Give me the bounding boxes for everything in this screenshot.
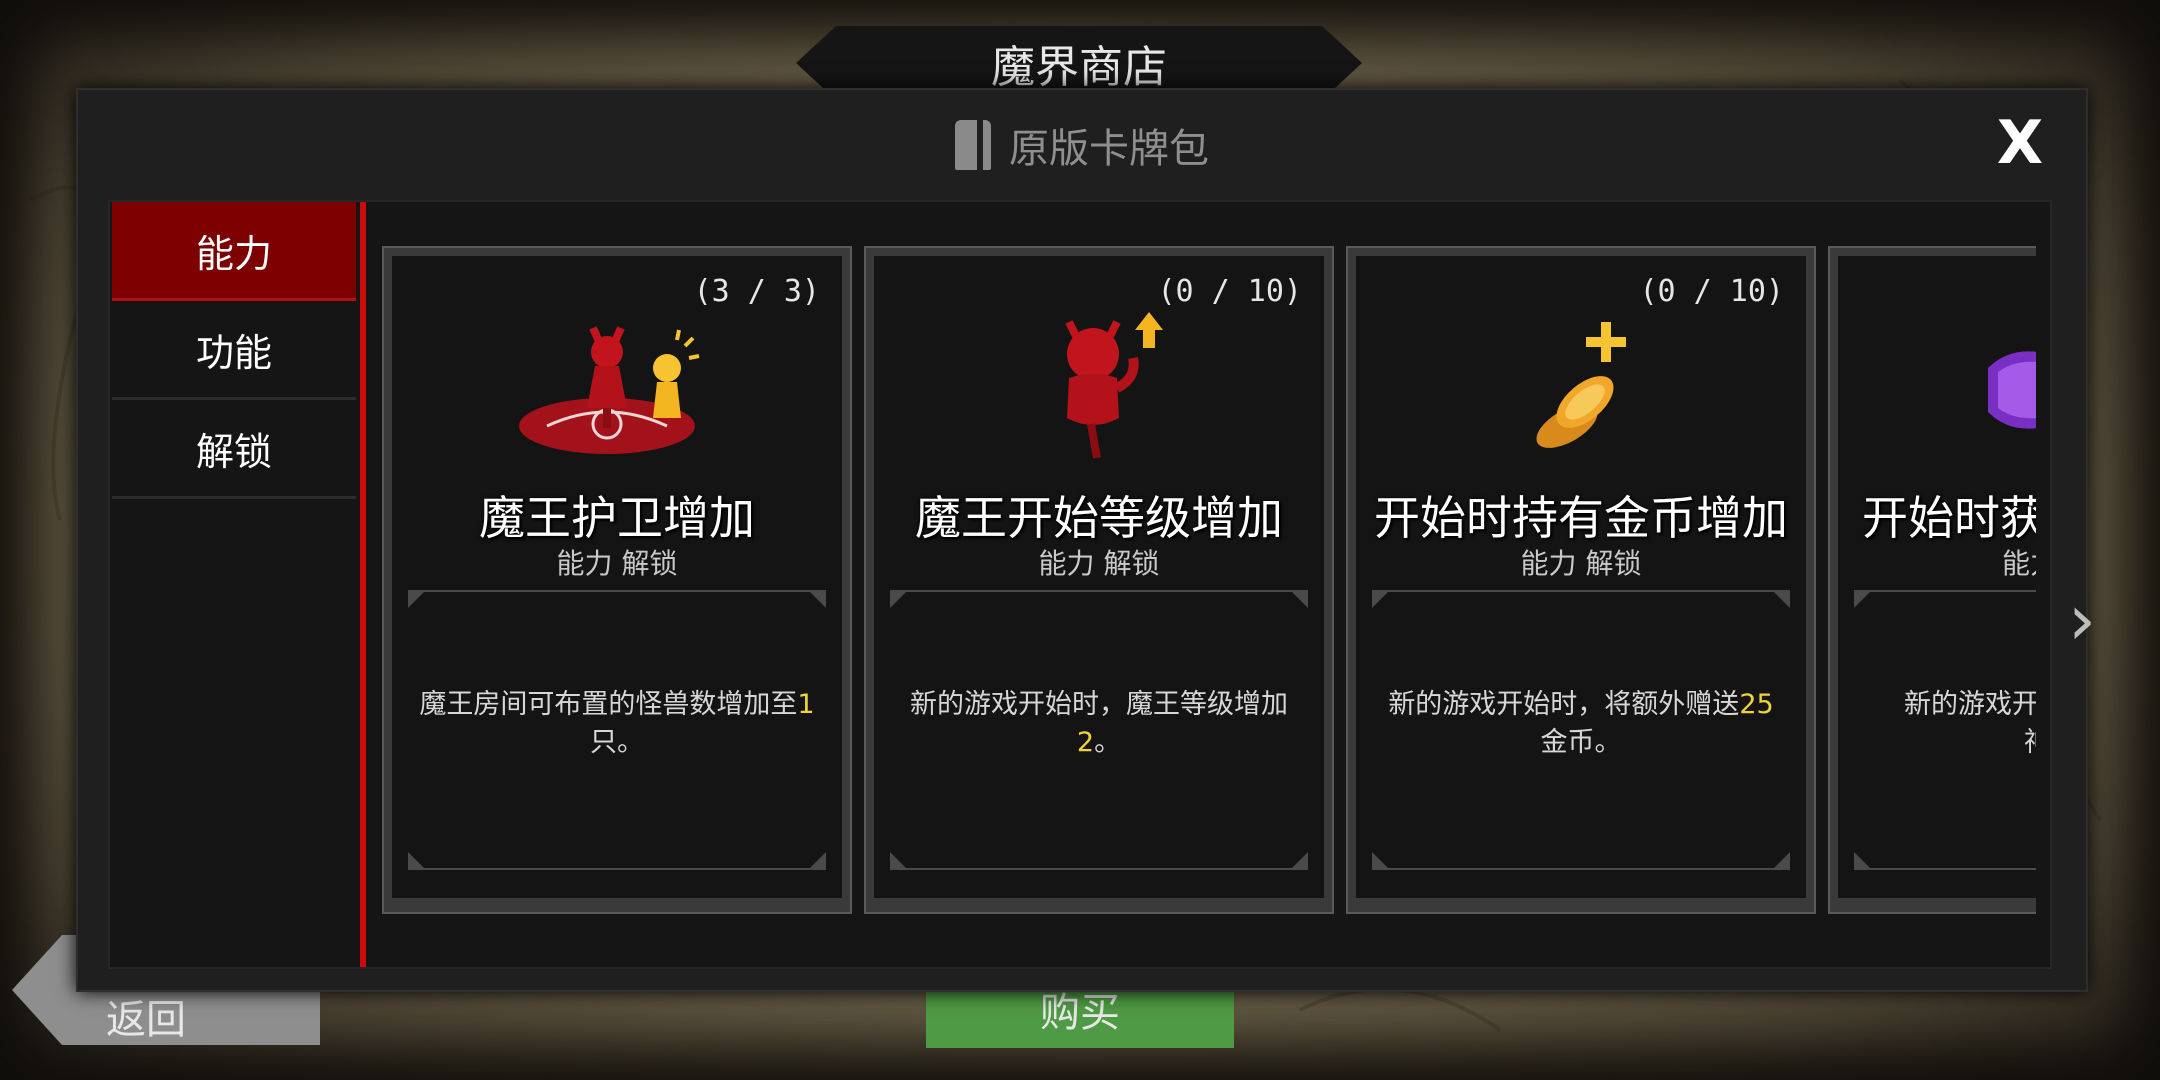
card-description-box: 新的游戏开始时，将额外赠送25金币。	[1372, 590, 1790, 870]
card-tags: 能力 解锁	[556, 547, 678, 580]
demon-guard-icon	[392, 308, 842, 458]
card-description-box: 魔王房间可布置的怪兽数增加至1只。	[408, 590, 826, 870]
demon-level-up-icon	[874, 308, 1324, 458]
card-description: 魔王房间可布置的怪兽数增加至1只。	[419, 689, 815, 758]
card-title: 魔王开始等级增加	[915, 491, 1283, 545]
card-title: 开始时持有金币增加	[1374, 491, 1788, 545]
modal-header: 原版卡牌包	[78, 90, 2086, 200]
card-description: 新的游戏开始时，将额外赠送25金币。	[1388, 689, 1774, 758]
card-inner: (0 / 10) 魔王开始等级增加 能力 解锁 新的游戏开始时，魔王等级增加2。	[874, 256, 1324, 898]
sidebar-divider	[360, 202, 366, 967]
chevron-right-icon[interactable]: ›	[2068, 580, 2098, 660]
card-list: (3 / 3) 魔王护卫增加 能力 解锁 魔王房间可布置的怪兽数增加至1只。 (…	[382, 246, 2036, 918]
card-demon-level[interactable]: (0 / 10) 魔王开始等级增加 能力 解锁 新的游戏开始时，魔王等级增加2。	[864, 246, 1334, 914]
card-pack-icon	[955, 120, 991, 170]
card-tags: 能力 解锁	[1520, 547, 1642, 580]
card-tags: 能力	[2002, 547, 2036, 580]
card-pack-modal: 原版卡牌包 X 能力 功能 解锁 (3 / 3) 魔王护卫增加 能力 解锁 魔王…	[76, 88, 2096, 992]
category-sidebar: 能力 功能 解锁	[110, 202, 360, 967]
card-inner: 开始时获 能力 新的游戏开始神器	[1838, 256, 2036, 898]
card-description-box: 新的游戏开始时，魔王等级增加2。	[890, 590, 1308, 870]
card-description-box: 新的游戏开始神器	[1854, 590, 2036, 870]
back-button-label: 返回	[106, 997, 186, 1043]
card-description: 新的游戏开始时，魔王等级增加2。	[910, 689, 1288, 758]
card-starting-artifact[interactable]: 开始时获 能力 新的游戏开始神器	[1828, 246, 2036, 914]
tab-ability[interactable]: 能力	[112, 202, 356, 301]
shop-title-text: 魔界商店	[991, 42, 1167, 93]
card-tags: 能力 解锁	[1038, 547, 1160, 580]
card-demon-guard[interactable]: (3 / 3) 魔王护卫增加 能力 解锁 魔王房间可布置的怪兽数增加至1只。	[382, 246, 852, 914]
card-inner: (3 / 3) 魔王护卫增加 能力 解锁 魔王房间可布置的怪兽数增加至1只。	[392, 256, 842, 898]
card-title: 魔王护卫增加	[479, 491, 755, 545]
card-starting-gold[interactable]: (0 / 10) 开始时持有金币增加 能力 解锁 新的游戏开始时，将额外赠送25…	[1346, 246, 1816, 914]
card-count: (3 / 3)	[693, 274, 820, 309]
tab-unlock[interactable]: 解锁	[112, 400, 356, 499]
card-count: (0 / 10)	[1639, 274, 1785, 309]
card-count: (0 / 10)	[1157, 274, 1303, 309]
gold-coins-plus-icon	[1356, 308, 1806, 458]
close-button[interactable]: X	[1992, 112, 2048, 174]
card-description: 新的游戏开始神器	[1904, 689, 2036, 758]
modal-title: 原版卡牌包	[1009, 126, 1209, 172]
purple-artifact-icon	[1838, 308, 2036, 458]
card-title: 开始时获	[1862, 491, 2036, 545]
content-area: 能力 功能 解锁 (3 / 3) 魔王护卫增加 能力 解锁 魔王房间可布置的怪兽…	[108, 200, 2052, 969]
card-inner: (0 / 10) 开始时持有金币增加 能力 解锁 新的游戏开始时，将额外赠送25…	[1356, 256, 1806, 898]
tab-function[interactable]: 功能	[112, 301, 356, 400]
